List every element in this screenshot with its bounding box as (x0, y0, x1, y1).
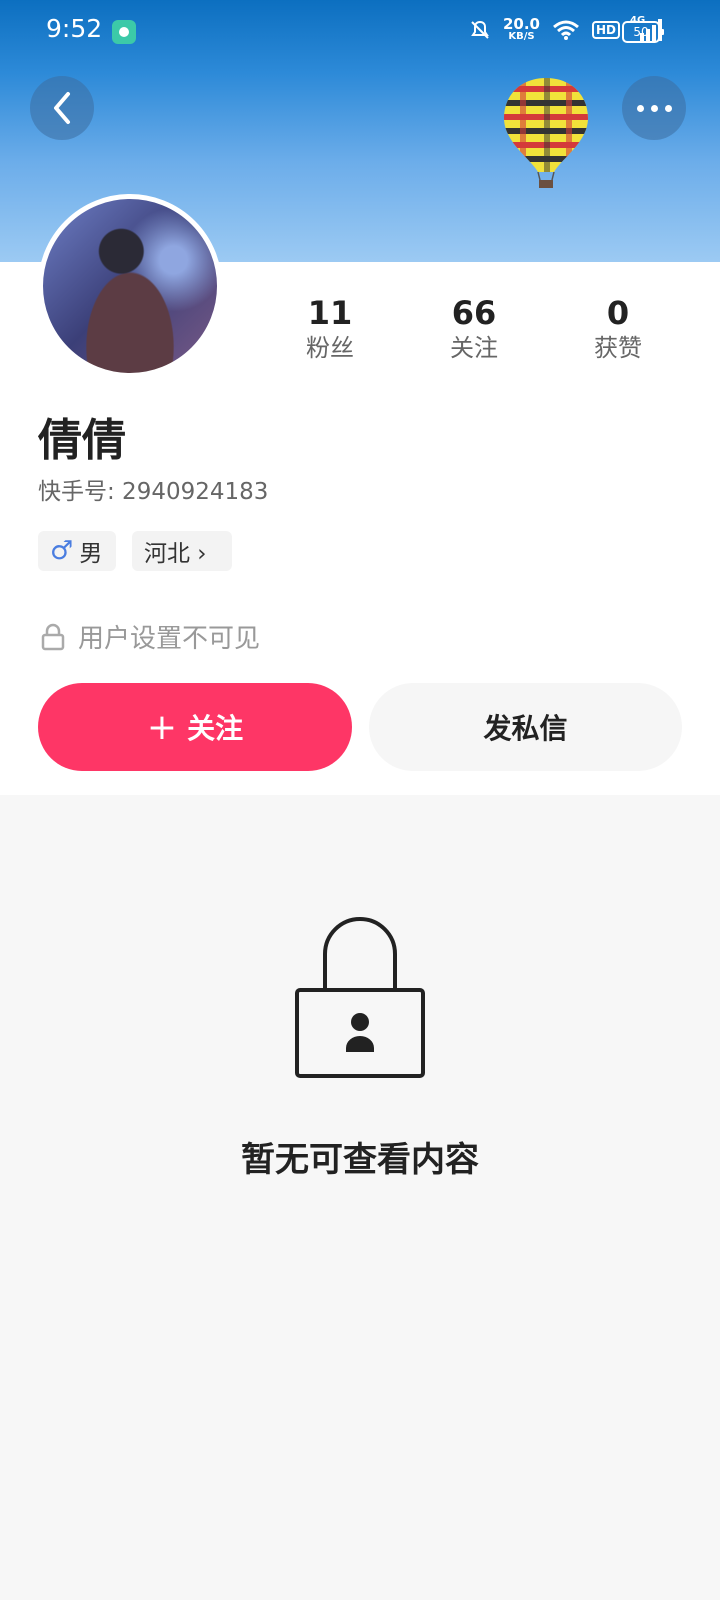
status-bar: 9:52 20.0 KB/S HD 4G 50 (0, 0, 720, 64)
app-notification-icon (112, 20, 136, 44)
stat-following[interactable]: 66 关注 (414, 294, 534, 364)
hd-badge: HD (591, 20, 620, 39)
network-speed-unit: KB/S (508, 31, 535, 42)
region-tag[interactable]: 河北 › (132, 531, 232, 571)
back-button[interactable] (30, 76, 94, 140)
stat-fans[interactable]: 11 粉丝 (270, 294, 390, 364)
avatar[interactable] (38, 194, 222, 378)
lock-user-icon (295, 917, 425, 1078)
stat-likes-label: 获赞 (594, 334, 642, 362)
network-speed: 20.0 KB/S (503, 17, 540, 42)
stat-following-value: 66 (451, 294, 497, 332)
stat-fans-value: 11 (307, 294, 353, 332)
follow-button[interactable]: + 关注 (38, 683, 352, 771)
gender-label: 男 (79, 541, 103, 567)
more-dots-icon (636, 104, 672, 112)
gender-tag: ♂ 男 (38, 531, 116, 571)
battery-icon: 50 (622, 21, 664, 43)
plus-icon: + (146, 706, 178, 748)
male-icon: ♂ (50, 536, 74, 566)
hot-air-balloon-icon (504, 78, 588, 188)
wifi-icon (553, 20, 579, 40)
more-button[interactable] (622, 76, 686, 140)
stat-likes[interactable]: 0 获赞 (558, 294, 678, 364)
stat-following-label: 关注 (450, 334, 498, 362)
profile-name: 倩倩 (38, 415, 126, 466)
privacy-note: 用户设置不可见 (40, 618, 260, 655)
empty-content-message: 暂无可查看内容 (241, 1140, 479, 1180)
region-label: 河北 › (144, 541, 207, 567)
send-message-label: 发私信 (483, 712, 568, 745)
privacy-note-text: 用户设置不可见 (78, 624, 261, 654)
send-message-button[interactable]: 发私信 (369, 683, 682, 771)
lock-icon (41, 623, 65, 650)
back-arrow-icon (54, 92, 70, 124)
kuaishou-id[interactable]: 快手号: 2940924183 (38, 472, 268, 506)
follow-button-label: 关注 (187, 712, 244, 745)
stat-likes-value: 0 (606, 294, 630, 332)
network-speed-value: 20.0 (502, 15, 540, 33)
bell-muted-icon (471, 20, 489, 39)
stat-fans-label: 粉丝 (306, 334, 354, 362)
status-time: 9:52 (46, 14, 103, 43)
